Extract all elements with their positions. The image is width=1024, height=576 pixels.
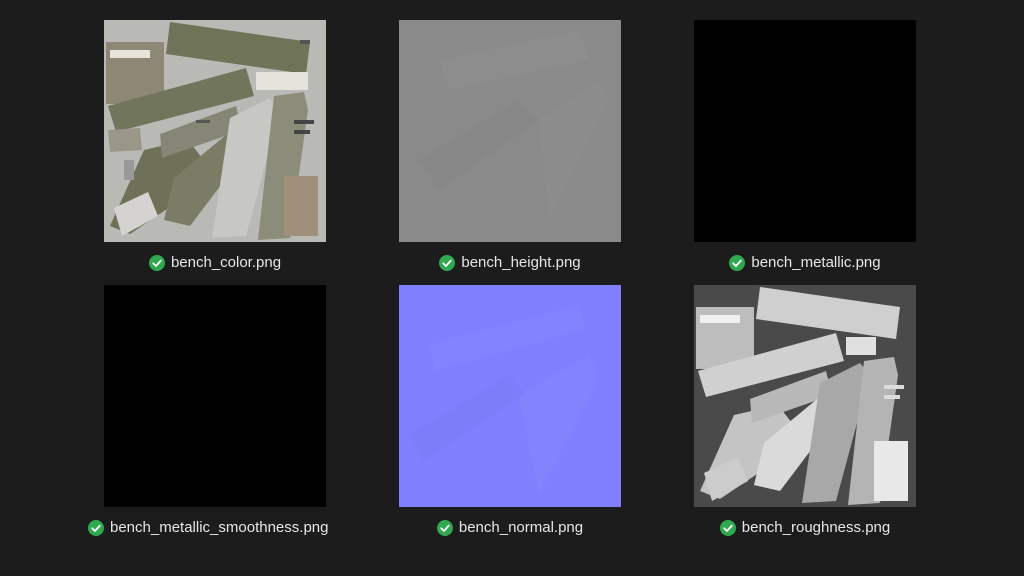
check-icon	[148, 255, 165, 271]
thumbnail-bench-normal[interactable]	[399, 285, 621, 507]
file-name: bench_metallic_smoothness.png	[110, 519, 329, 536]
check-icon	[436, 520, 453, 536]
thumbnail-bench-metallic[interactable]	[694, 20, 916, 242]
thumbnail-bench-height[interactable]	[399, 20, 621, 242]
file-label: bench_metallic.png	[686, 252, 924, 274]
check-icon	[729, 255, 746, 271]
file-name: bench_roughness.png	[741, 519, 891, 536]
file-name: bench_normal.png	[458, 519, 584, 536]
file-label: bench_metallic_smoothness.png	[88, 517, 333, 539]
check-icon	[439, 255, 456, 271]
file-label: bench_height.png	[391, 252, 629, 274]
check-icon	[88, 520, 104, 536]
file-name: bench_height.png	[461, 254, 581, 271]
file-label: bench_normal.png	[391, 517, 629, 539]
thumbnail-bench-metallic-smoothness[interactable]	[104, 285, 326, 507]
file-label: bench_roughness.png	[686, 517, 924, 539]
thumbnail-bench-roughness[interactable]	[694, 285, 916, 507]
check-icon	[719, 520, 736, 536]
file-label: bench_color.png	[96, 252, 334, 274]
file-name: bench_color.png	[170, 254, 282, 271]
thumbnail-bench-color[interactable]	[104, 20, 326, 242]
file-name: bench_metallic.png	[751, 254, 881, 271]
